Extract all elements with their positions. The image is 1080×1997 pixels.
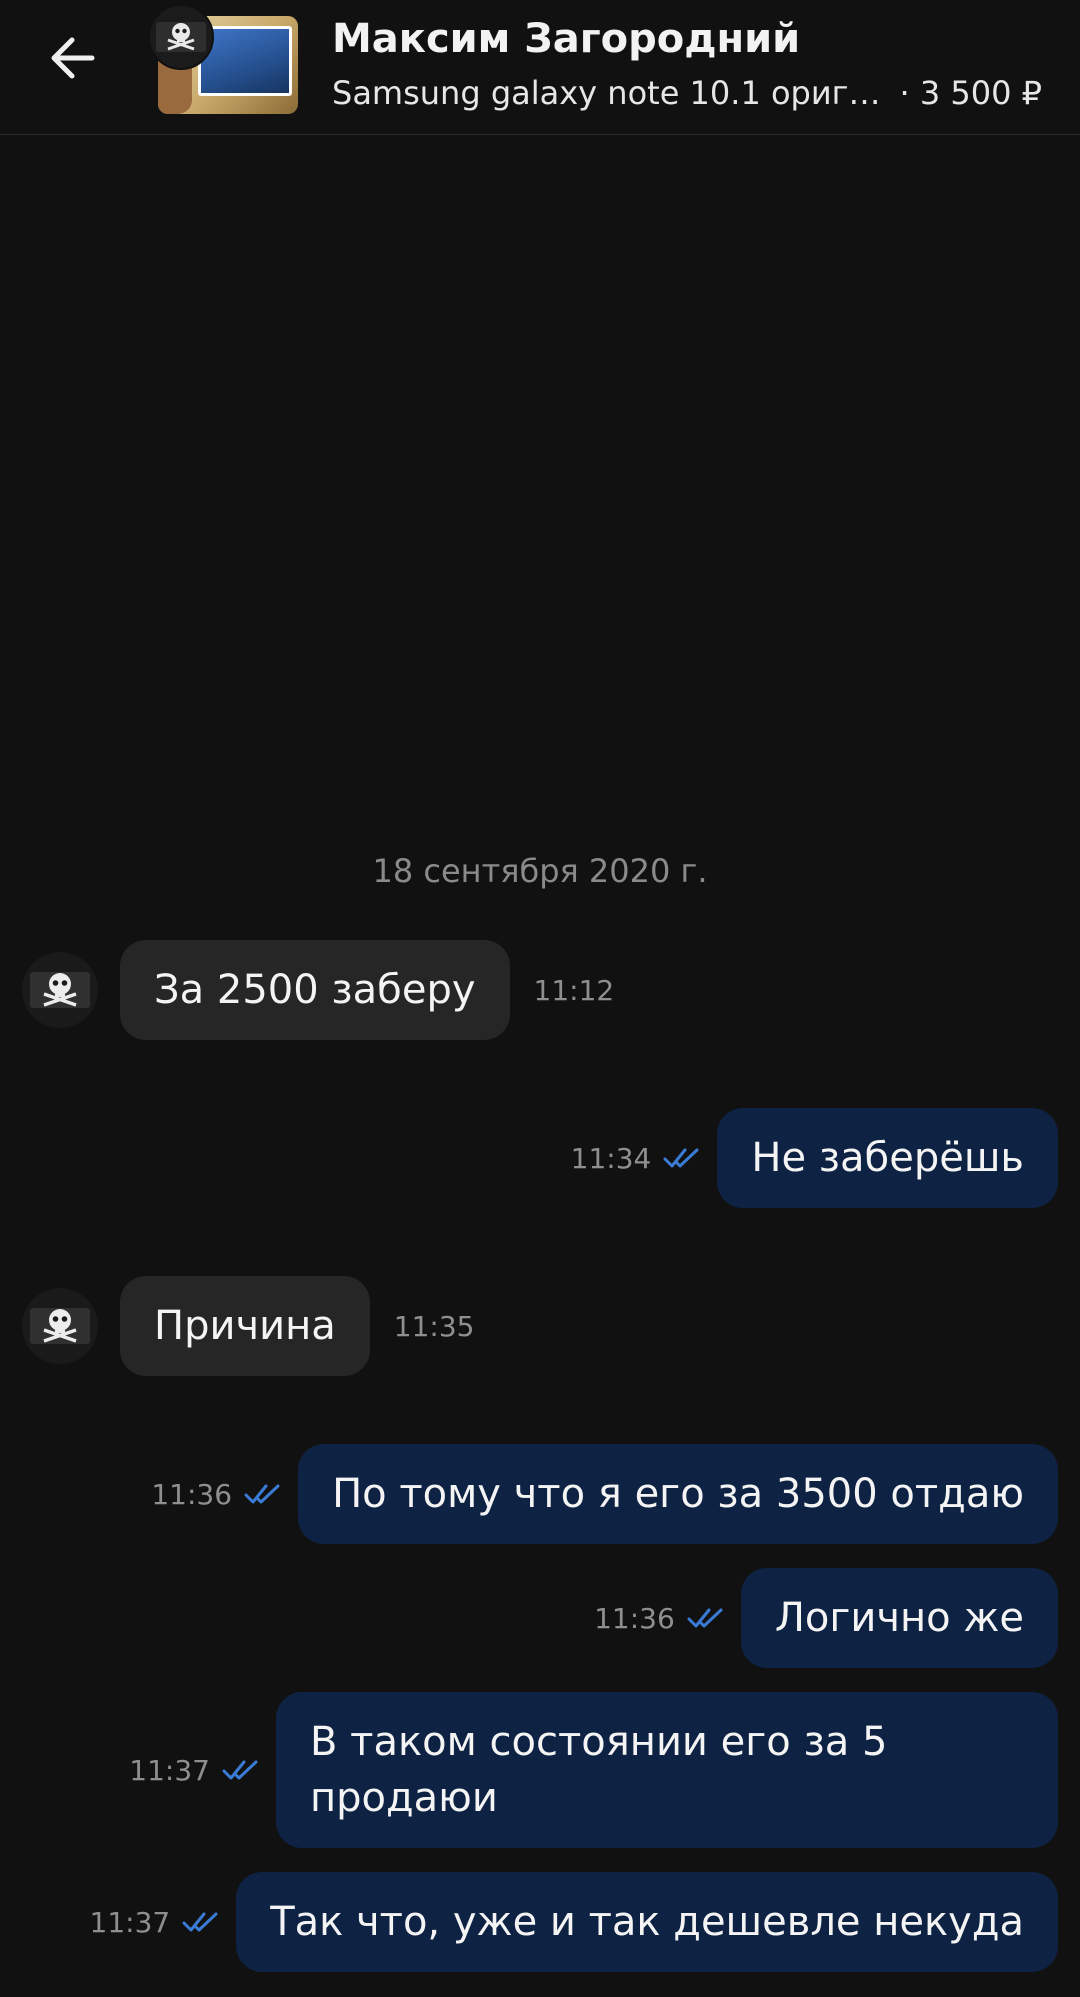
message-row: 11:34 Не заберёшь xyxy=(571,1108,1058,1208)
double-check-icon xyxy=(244,1484,280,1504)
message-row: 11:37 Так что, уже и так дешевле некуда xyxy=(89,1872,1058,1972)
pirate-flag-icon xyxy=(30,972,90,1008)
message-row: 11:36 Логично же xyxy=(594,1568,1058,1668)
message-time: 11:37 xyxy=(89,1905,171,1939)
arrow-left-icon xyxy=(51,37,95,79)
seller-avatar-small[interactable] xyxy=(148,4,214,70)
message-bubble[interactable]: В таком состоянии его за 5 продаюи xyxy=(276,1692,1058,1848)
avatar[interactable] xyxy=(22,952,98,1028)
message-row: За 2500 заберу 11:12 xyxy=(22,940,614,1040)
message-bubble[interactable]: Так что, уже и так дешевле некуда xyxy=(236,1872,1058,1972)
message-row: 11:37 В таком состоянии его за 5 продаюи xyxy=(129,1692,1058,1848)
pirate-flag-icon xyxy=(156,22,206,52)
double-check-icon xyxy=(687,1608,723,1628)
double-check-icon xyxy=(663,1148,699,1168)
message-row: Причина 11:35 xyxy=(22,1276,474,1376)
listing-price: · 3 500 ₽ xyxy=(899,74,1042,112)
listing-title-text: Samsung galaxy note 10.1 оригинальный xyxy=(332,74,892,112)
message-time: 11:34 xyxy=(570,1141,652,1175)
back-button[interactable] xyxy=(36,26,108,90)
double-check-icon xyxy=(222,1760,258,1780)
message-bubble[interactable]: Причина xyxy=(120,1276,370,1376)
message-time: 11:35 xyxy=(393,1309,475,1343)
listing-title[interactable]: Samsung galaxy note 10.1 оригинальный xyxy=(332,74,892,112)
message-bubble[interactable]: Не заберёшь xyxy=(717,1108,1058,1208)
message-time: 11:37 xyxy=(129,1753,210,1787)
date-separator: 18 сентября 2020 г. xyxy=(372,852,708,890)
message-time: 11:36 xyxy=(594,1601,675,1635)
message-bubble[interactable]: По тому что я его за 3500 отдаю xyxy=(298,1444,1058,1544)
chat-header: Максим Загородний Samsung galaxy note 10… xyxy=(0,0,1080,135)
contact-name[interactable]: Максим Загородний xyxy=(332,16,800,62)
avatar[interactable] xyxy=(22,1288,98,1364)
message-bubble[interactable]: За 2500 заберу xyxy=(120,940,510,1040)
message-bubble[interactable]: Логично же xyxy=(740,1568,1058,1668)
message-time: 11:36 xyxy=(151,1477,233,1511)
pirate-flag-icon xyxy=(30,1308,90,1344)
message-row: 11:36 По тому что я его за 3500 отдаю xyxy=(151,1444,1058,1544)
double-check-icon xyxy=(182,1912,218,1932)
message-time: 11:12 xyxy=(533,973,615,1007)
